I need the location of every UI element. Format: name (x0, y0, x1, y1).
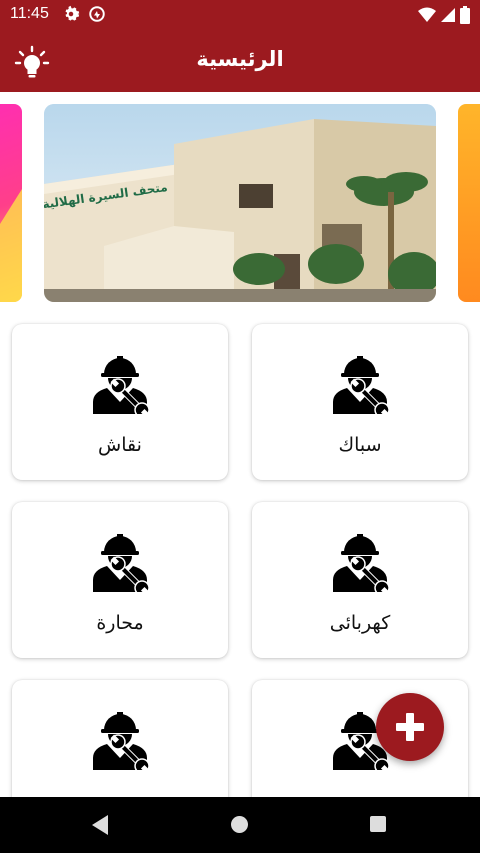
status-right-icons (418, 6, 470, 24)
page-title: الرئيسية (196, 47, 284, 71)
signal-icon (441, 8, 455, 22)
status-bar: 11:45 (0, 0, 480, 30)
worker-icon (93, 356, 150, 414)
status-time: 11:45 (10, 5, 49, 22)
service-card[interactable]: محارة (12, 502, 228, 658)
service-card[interactable]: نقاش (12, 324, 228, 480)
data-saver-icon (89, 6, 105, 22)
app-bar: الرئيسية (0, 30, 480, 92)
carousel-slide-current[interactable]: متحف السيرة الهلالية (44, 104, 436, 302)
service-card[interactable]: سباك (252, 324, 468, 480)
battery-icon (460, 6, 470, 24)
service-label: محارة (96, 612, 144, 634)
plus-icon-vertical (406, 713, 414, 741)
worker-icon (93, 712, 150, 770)
carousel-slide-previous[interactable] (0, 104, 22, 302)
image-carousel[interactable]: متحف السيرة الهلالية (0, 104, 480, 304)
service-label: سباك (338, 434, 382, 456)
service-label: نقاش (98, 434, 142, 456)
home-icon[interactable] (231, 816, 248, 833)
worker-icon (333, 534, 390, 592)
carousel-slide-next[interactable] (458, 104, 480, 302)
recent-apps-icon[interactable] (370, 816, 386, 832)
system-nav-bar (0, 797, 480, 853)
settings-gear-icon (65, 5, 80, 21)
worker-icon (93, 534, 150, 592)
service-label: كهربائى (329, 612, 391, 634)
wifi-icon (418, 7, 436, 22)
add-fab-button[interactable] (376, 693, 444, 761)
service-card[interactable]: كهربائى (252, 502, 468, 658)
back-icon[interactable] (90, 814, 110, 836)
worker-icon (333, 356, 390, 414)
